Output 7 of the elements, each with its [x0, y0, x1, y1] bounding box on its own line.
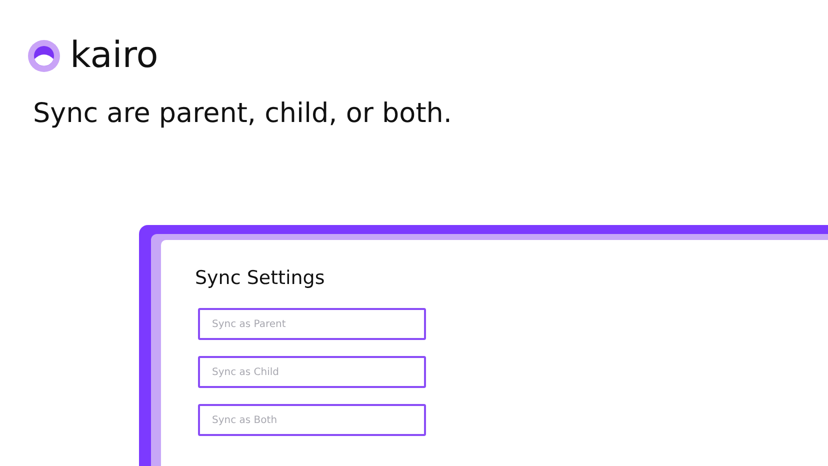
input-field[interactable]: Sync as Both: [198, 404, 426, 436]
input-field[interactable]: Sync as Parent: [198, 308, 426, 340]
logo-icon: [28, 40, 60, 72]
input-field[interactable]: Sync as Child: [198, 356, 426, 388]
brand-name: kairo: [70, 40, 158, 72]
headline: Sync are parent, child, or both.: [33, 97, 453, 131]
panel-title: Sync Settings: [195, 266, 326, 290]
